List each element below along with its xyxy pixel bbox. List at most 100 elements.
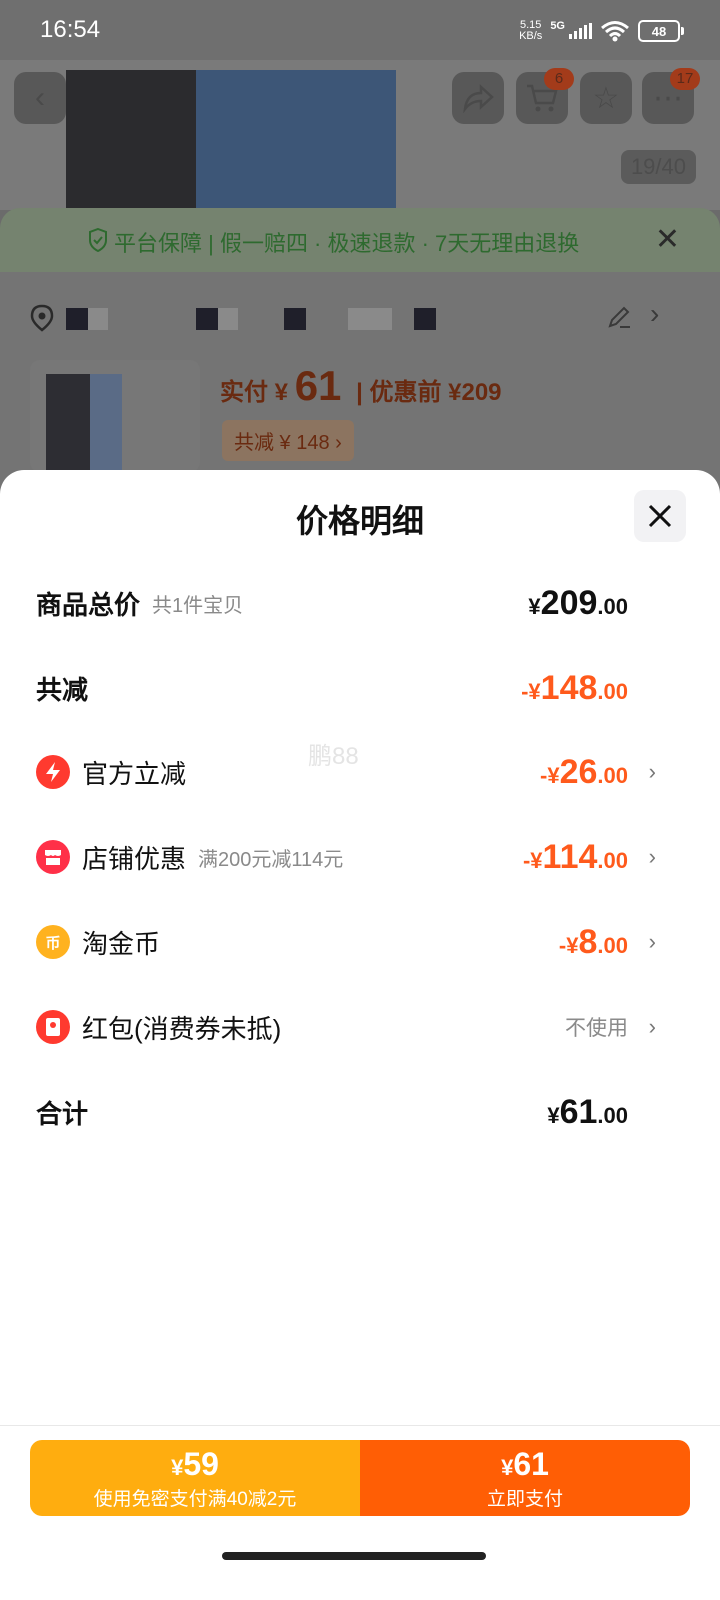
redacted-block [414,308,436,330]
redacted-block [218,308,238,330]
image-counter: 19/40 [620,150,696,184]
battery-icon: 48 [638,20,680,42]
row-label: 红包(消费券未抵) [82,1013,282,1044]
redacted-block [348,308,392,330]
row-goods-total: 商品总价 共1件宝贝 ¥209.00 [36,578,656,628]
row-amount: -¥ 148.00 [521,669,628,708]
thumb-figure-blue [90,374,122,470]
amount-dec: .00 [597,1102,628,1128]
share-icon [463,84,494,113]
network-type: 5G [550,20,565,32]
row-sub: 满200元减114元 [198,848,344,871]
redacted-block [196,308,218,330]
amount-sign: -¥ [522,847,543,873]
pay-right-label: 立即支付 [486,1489,563,1510]
row-taojinbi[interactable]: 币 淘金币 -¥ 8.00 › [36,917,656,967]
shield-icon [89,228,107,252]
chevron-right-icon: › [650,298,660,329]
row-label: 商品总价 [36,589,141,620]
row-label: 官方立减 [82,758,187,789]
chevron-right-icon: › [648,929,656,954]
row-label: 共减 [36,674,89,705]
guarantee-close-button[interactable]: ✕ [655,222,680,257]
row-label: 淘金币 [82,928,161,959]
row-label: 店铺优惠 [82,843,187,874]
row-amount: -¥ 26.00 [540,753,628,792]
redacted-block [66,308,88,330]
guarantee-text: 平台保障 | 假一赔四 · 极速退款 · 7天无理由退换 [114,231,580,256]
pay-left-label: 使用免密支付满40减2元 [93,1489,297,1510]
amount-dec: .00 [597,932,628,958]
price-detail-sheet: 价格明细 鹏88 商品总价 共1件宝贝 ¥209.00 共减 -¥ 148.00 … [0,470,720,1600]
back-button[interactable]: ‹ [14,72,66,124]
address-row[interactable]: › [30,298,690,332]
price-value: 61 [513,1446,549,1482]
row-shop-discount[interactable]: 店铺优惠 满200元减114元 -¥ 114.00 › [36,832,656,882]
amount-dec: .00 [597,678,628,704]
amount-sign: -¥ [521,678,541,704]
product-image: ‹ 6 ☆ ⋯ 17 19/40 [0,60,720,210]
amount-int: 209 [540,583,598,622]
row-total-discount: 共减 -¥ 148.00 [36,663,656,713]
more-button[interactable]: ⋯ 17 [642,68,700,124]
pay-right-price: ¥61 [360,1444,690,1488]
shop-icon [36,840,70,874]
pay-now-button[interactable]: ¥61 立即支付 [360,1440,690,1516]
chevron-right-icon: › [648,1014,656,1039]
row-official-discount[interactable]: 官方立减 -¥ 26.00 › [36,747,656,797]
close-icon [648,504,672,528]
status-bar: 16:54 5.15 KB/s 5G 48 [0,0,720,60]
price-value: 59 [183,1446,219,1482]
status-icons: 5.15 KB/s 5G 48 [519,14,684,48]
amount-sign: -¥ [558,932,579,958]
amount-sign: ¥ [547,1102,560,1128]
sheet-close-button[interactable] [634,490,686,542]
currency-sign: ¥ [501,1455,514,1480]
amount-dec: .00 [597,593,628,619]
more-badge: 17 [670,68,700,90]
product-photo-blue [196,70,396,210]
redacted-block [284,308,306,330]
red-packet-icon [36,1010,70,1044]
thumb-figure [46,374,90,470]
currency-sign: ¥ [171,1455,184,1480]
location-icon [30,304,54,332]
redacted-block [88,308,108,330]
row-red-packet[interactable]: 红包(消费券未抵) 不使用 › [36,1002,656,1052]
product-thumbnail [30,360,200,472]
cart-badge: 6 [544,68,574,90]
speed-unit: KB/s [519,30,543,42]
row-value-text: 不使用 [565,1017,628,1040]
back-icon: ‹ [35,81,45,114]
row-sub: 共1件宝贝 [152,594,244,617]
row-amount: -¥ 8.00 [559,923,628,962]
total-discount-tag[interactable]: 共减 ¥ 148 › [222,420,354,461]
lightning-icon [36,755,70,789]
password-free-pay-button[interactable]: ¥59 使用免密支付满40减2元 [30,1440,360,1516]
status-time: 16:54 [40,16,101,43]
row-label: 合计 [36,1098,89,1129]
home-indicator[interactable] [222,1552,486,1560]
chevron-right-icon: › [648,759,656,784]
cart-button[interactable]: 6 [516,68,574,124]
favorite-button[interactable]: ☆ [580,72,632,124]
paid-value: 61 [294,362,342,409]
share-button[interactable] [452,72,504,124]
footer-divider [0,1425,720,1426]
wifi-icon [601,21,629,42]
before-discount: | 优惠前 ¥209 [356,379,502,406]
product-photo-dark [66,70,196,210]
battery-tip [681,27,684,35]
amount-sign: -¥ [540,762,560,788]
amount-dec: .00 [597,847,628,873]
row-grand-total: 合计 ¥61.00 [36,1087,656,1137]
chevron-right-icon: › [648,844,656,869]
sheet-title: 价格明细 [295,503,424,539]
row-amount: -¥ 114.00 [523,838,628,877]
row-amount: ¥61.00 [547,1093,628,1132]
amount-int: 114 [542,837,598,876]
close-icon: ✕ [654,223,680,256]
amount-sign: ¥ [528,593,541,619]
coin-icon: 币 [36,925,70,959]
guarantee-banner: 平台保障 | 假一赔四 · 极速退款 · 7天无理由退换 ✕ [0,208,720,272]
